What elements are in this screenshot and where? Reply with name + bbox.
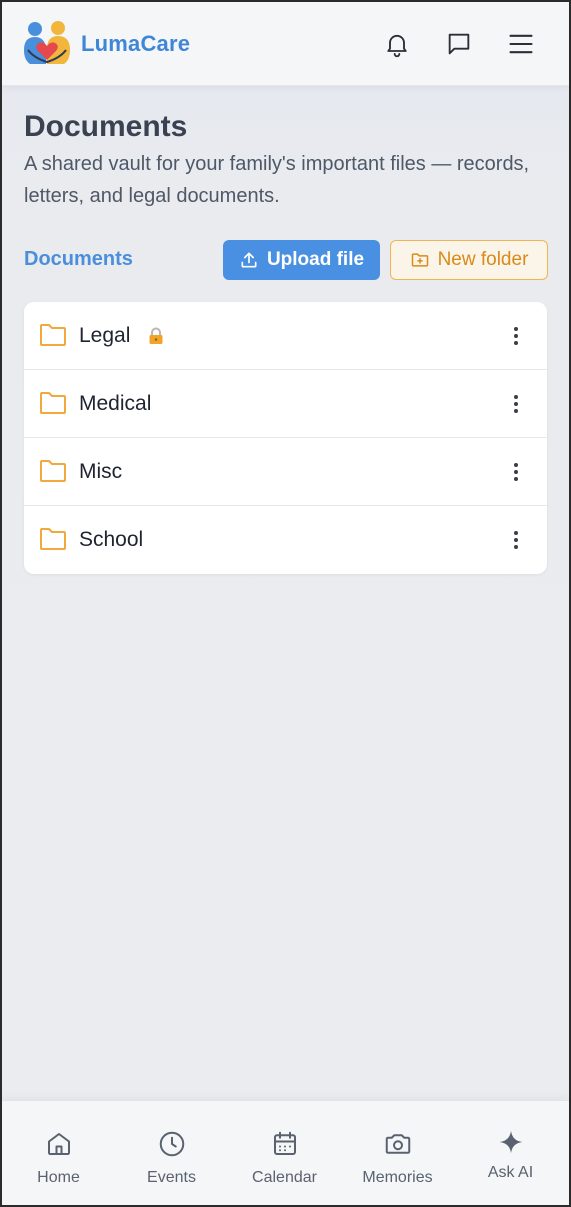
clock-icon bbox=[159, 1131, 184, 1157]
folder-row-medical[interactable]: Medical bbox=[24, 370, 547, 438]
folder-name: Legal bbox=[79, 324, 131, 347]
upload-icon bbox=[241, 252, 257, 268]
menu-icon[interactable] bbox=[505, 28, 537, 60]
more-options-icon[interactable] bbox=[505, 460, 527, 484]
breadcrumb[interactable]: Documents bbox=[24, 248, 133, 271]
folder-row-legal[interactable]: Legal bbox=[24, 302, 547, 370]
nav-label: Memories bbox=[362, 1169, 433, 1186]
more-options-icon[interactable] bbox=[505, 324, 527, 348]
messages-icon[interactable] bbox=[443, 28, 475, 60]
sparkle-icon bbox=[499, 1130, 522, 1154]
nav-home[interactable]: Home bbox=[2, 1101, 115, 1205]
lumacare-logo[interactable] bbox=[22, 20, 72, 66]
nav-memories[interactable]: Memories bbox=[341, 1101, 454, 1205]
new-folder-button[interactable]: New folder bbox=[390, 240, 548, 280]
folder-plus-icon bbox=[411, 253, 428, 267]
lock-icon bbox=[149, 327, 163, 344]
folder-name: Medical bbox=[79, 392, 152, 415]
calendar-icon bbox=[273, 1131, 296, 1155]
more-options-icon[interactable] bbox=[505, 528, 527, 552]
folder-icon bbox=[40, 460, 66, 482]
nav-label: Calendar bbox=[252, 1169, 317, 1186]
upload-file-label: Upload file bbox=[266, 249, 365, 270]
folder-name: Misc bbox=[79, 460, 123, 483]
nav-label: Events bbox=[147, 1169, 196, 1186]
page-title: Documents bbox=[24, 110, 188, 143]
home-icon bbox=[47, 1133, 70, 1155]
brand-name[interactable]: LumaCare bbox=[81, 31, 190, 57]
folder-name: School bbox=[79, 528, 144, 551]
app-frame: LumaCare Documents A shared vault for yo… bbox=[2, 2, 569, 1205]
new-folder-label: New folder bbox=[437, 249, 529, 270]
folder-icon bbox=[40, 324, 66, 346]
bottom-navigation: Home Events Calendar Memories Ask AI bbox=[2, 1100, 569, 1205]
nav-ask-ai[interactable]: Ask AI bbox=[454, 1101, 567, 1205]
camera-icon bbox=[385, 1134, 410, 1154]
nav-calendar[interactable]: Calendar bbox=[228, 1101, 341, 1205]
upload-file-button[interactable]: Upload file bbox=[223, 240, 380, 280]
notification-bell-icon[interactable] bbox=[381, 28, 413, 60]
page-subtitle: A shared vault for your family's importa… bbox=[24, 153, 530, 207]
folder-icon bbox=[40, 392, 66, 414]
folder-row-misc[interactable]: Misc bbox=[24, 438, 547, 506]
folder-icon bbox=[40, 528, 66, 550]
nav-label: Ask AI bbox=[487, 1164, 534, 1181]
nav-label: Home bbox=[37, 1169, 80, 1186]
nav-events[interactable]: Events bbox=[115, 1101, 228, 1205]
more-options-icon[interactable] bbox=[505, 392, 527, 416]
folder-row-school[interactable]: School bbox=[24, 506, 547, 574]
folder-list: Legal Medical Misc School bbox=[24, 302, 547, 574]
top-header: LumaCare bbox=[2, 2, 569, 86]
